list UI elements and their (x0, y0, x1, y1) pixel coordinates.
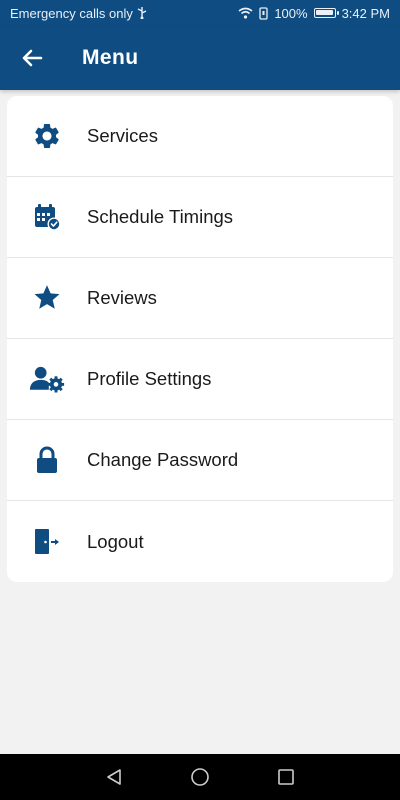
menu-item-change-password[interactable]: Change Password (7, 420, 393, 501)
gear-icon (29, 118, 65, 154)
recents-square-icon[interactable] (274, 765, 298, 789)
arrow-left-icon[interactable] (18, 44, 46, 72)
menu-card: Services Schedule Timings Reviews Profil… (7, 96, 393, 582)
menu-item-label: Reviews (87, 287, 157, 308)
menu-item-label: Services (87, 125, 158, 146)
user-gear-icon (29, 361, 65, 397)
battery-percent: 100% (274, 5, 308, 21)
menu-item-reviews[interactable]: Reviews (7, 258, 393, 339)
wifi-icon (238, 7, 253, 19)
page-title: Menu (82, 46, 139, 69)
lock-icon (29, 442, 65, 478)
status-right: 100% 3:42 PM (238, 6, 390, 21)
clock: 3:42 PM (341, 5, 390, 21)
vibrate-icon (259, 6, 268, 20)
status-left: Emergency calls only (10, 6, 147, 21)
menu-item-profile-settings[interactable]: Profile Settings (7, 339, 393, 420)
star-icon (29, 280, 65, 316)
usb-icon (137, 7, 147, 19)
menu-item-schedule-timings[interactable]: Schedule Timings (7, 177, 393, 258)
menu-item-label: Schedule Timings (87, 206, 234, 227)
logout-door-icon (29, 524, 65, 560)
battery-fill (315, 10, 333, 15)
battery-icon (313, 8, 339, 18)
menu-item-label: Change Password (87, 449, 239, 470)
menu-item-label: Profile Settings (87, 368, 212, 389)
carrier-text: Emergency calls only (10, 5, 133, 21)
status-bar: Emergency calls only 100% 3:42 PM (0, 0, 400, 26)
calendar-check-icon (29, 199, 65, 235)
menu-item-label: Logout (87, 530, 144, 552)
menu-item-logout[interactable]: Logout (7, 501, 393, 582)
app-bar: Menu (0, 26, 400, 90)
menu-item-services[interactable]: Services (7, 96, 393, 177)
back-triangle-icon[interactable] (102, 765, 126, 789)
home-circle-icon[interactable] (188, 765, 212, 789)
system-nav-bar (0, 754, 400, 800)
